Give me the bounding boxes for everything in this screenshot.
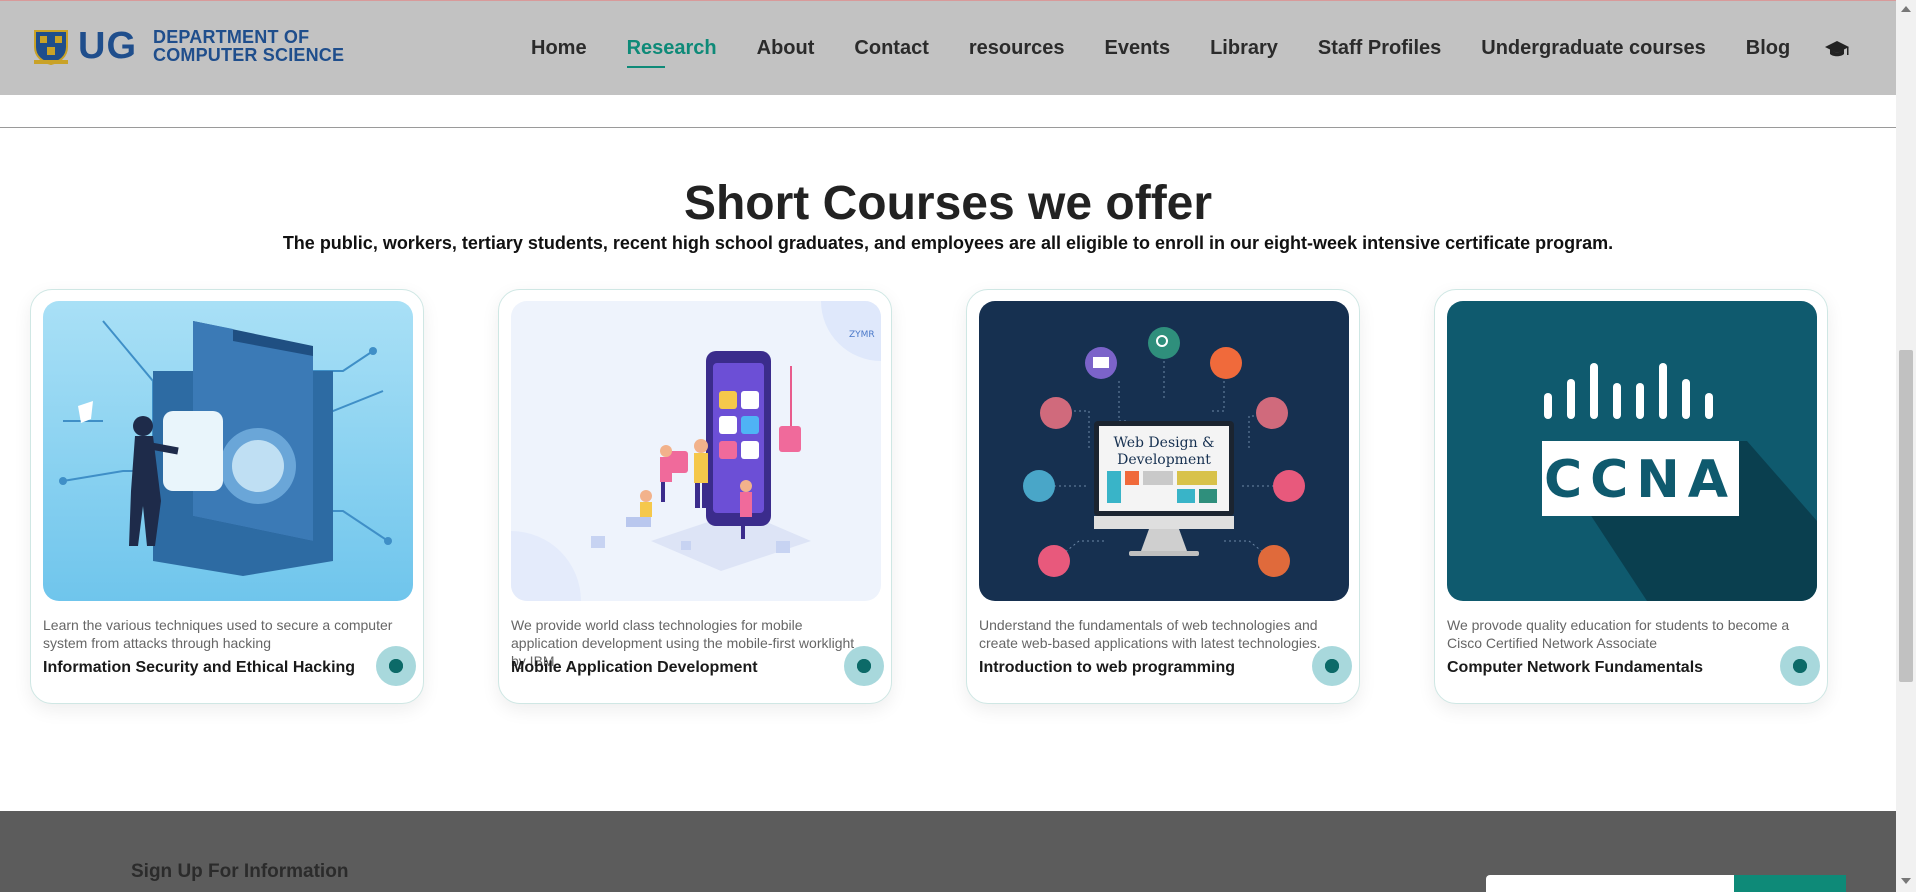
nav-library[interactable]: Library [1210,37,1278,60]
course-description: Learn the various techniques used to sec… [43,617,393,651]
ccna-text: CCNA [1544,450,1736,510]
web-design-illustration: Web Design & Development [979,301,1349,601]
course-title[interactable]: Information Security and Ethical Hacking [43,659,355,677]
course-title[interactable]: Computer Network Fundamentals [1447,659,1703,677]
page: UG DEPARTMENT OF COMPUTER SCIENCE Home R… [0,0,1896,892]
course-card[interactable]: Learn the various techniques used to sec… [30,289,424,704]
course-open-button[interactable] [1780,646,1820,686]
nav-home[interactable]: Home [531,37,587,60]
course-card[interactable]: ZYMR We provide world class technologies… [498,289,892,704]
section-title: Short Courses we offer [683,177,1213,230]
nav-undergraduate-courses[interactable]: Undergraduate courses [1481,37,1706,60]
course-open-button[interactable] [844,646,884,686]
course-card[interactable]: CCNA We provode quality education for st… [1434,289,1828,704]
course-card[interactable]: Web Design & Development Understand the … [966,289,1360,704]
graduation-cap-icon[interactable] [1824,39,1850,59]
nav-staff-profiles[interactable]: Staff Profiles [1318,37,1441,60]
scroll-up-arrow-icon[interactable] [1901,6,1911,12]
nav-research[interactable]: Research [626,37,717,68]
nav-contact[interactable]: Contact [854,37,928,60]
university-crest-icon [34,30,68,65]
department-name: DEPARTMENT OF COMPUTER SCIENCE [153,28,344,64]
section-subtitle: The public, workers, tertiary students, … [282,233,1614,253]
badge-icon [857,659,871,673]
nav-blog[interactable]: Blog [1746,37,1790,60]
page-scrollbar[interactable] [1896,0,1916,892]
badge-icon [389,659,403,673]
course-open-button[interactable] [376,646,416,686]
ccna-illustration: CCNA [1447,301,1817,601]
web-design-text-line-2: Development [1117,452,1211,468]
course-title[interactable]: Mobile Application Development [511,659,758,677]
course-description: Understand the fundamentals of web techn… [979,617,1321,651]
nav-resources[interactable]: resources [969,37,1065,60]
nav-events[interactable]: Events [1104,37,1170,60]
zymr-badge-text: ZYMR [849,330,875,340]
site-logo[interactable]: UG DEPARTMENT OF COMPUTER SCIENCE [32,27,344,65]
department-line-2: COMPUTER SCIENCE [153,45,345,65]
mobile-app-illustration: ZYMR [511,301,881,601]
scroll-down-arrow-icon[interactable] [1901,878,1911,884]
web-design-text-line-1: Web Design & [1113,435,1214,451]
site-header: UG DEPARTMENT OF COMPUTER SCIENCE Home R… [0,0,1896,95]
scrollbar-thumb[interactable] [1899,350,1913,682]
signup-heading: Sign Up For Information [131,861,349,882]
course-description: We provode quality education for student… [1447,617,1790,651]
section-divider [0,127,1896,128]
site-footer: Sign Up For Information [0,811,1896,892]
course-open-button[interactable] [1312,646,1352,686]
signup-email-input[interactable] [1486,875,1738,892]
signup-submit-button[interactable] [1734,875,1846,892]
security-illustration [43,301,413,601]
main-nav: Home Research About Contact resources Ev… [531,37,1850,68]
nav-about[interactable]: About [757,37,815,60]
course-title[interactable]: Introduction to web programming [979,659,1235,677]
badge-icon [1325,659,1339,673]
department-line-1: DEPARTMENT OF [153,27,310,47]
logo-ug-text: UG [78,25,137,67]
badge-icon [1793,659,1807,673]
